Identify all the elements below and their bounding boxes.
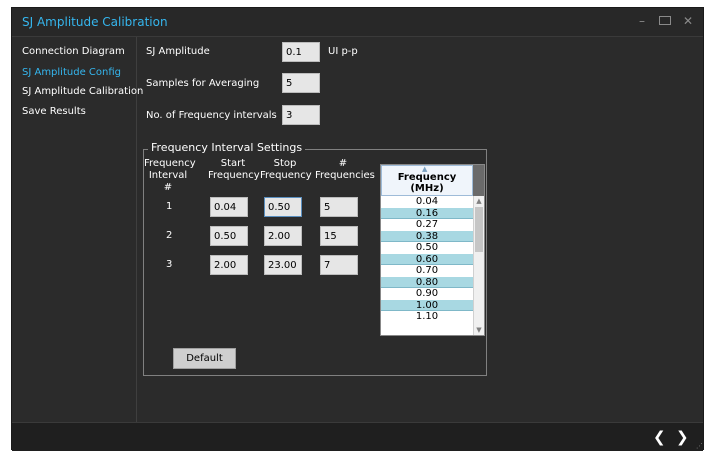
header-scroll-corner bbox=[473, 165, 484, 196]
samples-label: Samples for Averaging bbox=[146, 78, 260, 89]
interval-number: 1 bbox=[166, 201, 173, 212]
frequency-scrollbar[interactable]: ▲ ▼ bbox=[473, 196, 484, 335]
intervals-input[interactable]: 3 bbox=[282, 105, 320, 125]
col-header-stop-line1: Stop bbox=[273, 158, 297, 169]
start-frequency-input[interactable]: 2.00 bbox=[210, 255, 248, 275]
col-header-count: # Frequencies bbox=[315, 158, 375, 182]
frequency-count-input[interactable]: 5 bbox=[320, 197, 358, 217]
sort-ascending-icon: ▲ bbox=[422, 165, 428, 173]
next-icon[interactable]: ❯ bbox=[676, 428, 689, 446]
maximize-button[interactable] bbox=[657, 13, 673, 29]
start-frequency-input[interactable]: 0.04 bbox=[210, 197, 248, 217]
sj-amplitude-input[interactable]: 0.1 bbox=[282, 42, 320, 62]
sidebar: Connection Diagram SJ Amplitude Config S… bbox=[12, 37, 143, 422]
samples-input[interactable]: 5 bbox=[282, 73, 320, 93]
interval-number: 3 bbox=[166, 259, 173, 270]
maximize-icon bbox=[659, 16, 671, 25]
col-header-interval: Frequency Interval # bbox=[144, 158, 196, 194]
frequency-row[interactable]: 0.16 bbox=[381, 207, 473, 219]
scroll-up-icon[interactable]: ▲ bbox=[474, 196, 484, 206]
frequency-row[interactable]: 1.00 bbox=[381, 299, 473, 311]
start-frequency-input[interactable]: 0.50 bbox=[210, 226, 248, 246]
sidebar-item-connection-diagram[interactable]: Connection Diagram bbox=[22, 46, 125, 57]
frequency-row[interactable]: 0.90 bbox=[381, 288, 473, 300]
bottom-bar: ❮ ❯ ⋰ bbox=[12, 422, 703, 451]
window-title: SJ Amplitude Calibration bbox=[22, 15, 168, 29]
sidebar-item-sj-amplitude-config[interactable]: SJ Amplitude Config bbox=[22, 67, 121, 78]
frequency-column-header[interactable]: ▲ Frequency (MHz) bbox=[381, 165, 473, 196]
frequency-header-line2: (MHz) bbox=[410, 183, 444, 194]
sidebar-item-save-results[interactable]: Save Results bbox=[22, 106, 86, 117]
col-header-interval-line1: Frequency bbox=[144, 158, 196, 169]
col-header-count-line1: # bbox=[338, 158, 348, 169]
frequency-row[interactable]: 0.60 bbox=[381, 253, 473, 265]
frequency-row[interactable]: 0.70 bbox=[381, 265, 473, 277]
frequency-rows: 0.04 0.16 0.27 0.38 0.50 0.60 0.70 0.80 … bbox=[381, 196, 473, 335]
col-header-stop: Stop Frequency bbox=[260, 158, 312, 182]
frequency-row[interactable]: 0.27 bbox=[381, 219, 473, 231]
interval-number: 2 bbox=[166, 230, 173, 241]
frequency-row[interactable]: 0.80 bbox=[381, 276, 473, 288]
sidebar-item-sj-amplitude-calibration[interactable]: SJ Amplitude Calibration bbox=[22, 86, 143, 97]
resize-grip-icon[interactable]: ⋰ bbox=[696, 442, 704, 450]
frequency-count-input[interactable]: 15 bbox=[320, 226, 358, 246]
stop-frequency-input[interactable]: 23.00 bbox=[264, 255, 302, 275]
stop-frequency-input[interactable]: 0.50 bbox=[264, 197, 302, 217]
col-header-interval-line2: Interval # bbox=[148, 170, 188, 193]
default-button[interactable]: Default bbox=[173, 348, 236, 369]
col-header-start-line2: Frequency bbox=[208, 170, 260, 181]
frequency-row[interactable]: 0.04 bbox=[381, 196, 473, 208]
app-window: SJ Amplitude Calibration – ✕ Connection … bbox=[11, 7, 704, 451]
minimize-button[interactable]: – bbox=[634, 13, 650, 29]
frequency-row[interactable]: 0.38 bbox=[381, 230, 473, 242]
col-header-count-line2: Frequencies bbox=[315, 170, 375, 181]
sj-amplitude-unit: UI p-p bbox=[328, 46, 358, 57]
intervals-label: No. of Frequency intervals bbox=[146, 110, 277, 121]
close-button[interactable]: ✕ bbox=[680, 13, 696, 29]
sj-amplitude-label: SJ Amplitude bbox=[146, 46, 210, 57]
stop-frequency-input[interactable]: 2.00 bbox=[264, 226, 302, 246]
scroll-down-icon[interactable]: ▼ bbox=[474, 325, 484, 335]
col-header-stop-line2: Frequency bbox=[260, 170, 312, 181]
frequency-count-input[interactable]: 7 bbox=[320, 255, 358, 275]
title-bar: SJ Amplitude Calibration – ✕ bbox=[12, 8, 703, 37]
col-header-start-line1: Start bbox=[220, 158, 246, 169]
col-header-start: Start Frequency bbox=[208, 158, 260, 182]
group-title: Frequency Interval Settings bbox=[148, 141, 306, 154]
frequency-row[interactable]: 0.50 bbox=[381, 242, 473, 254]
frequency-table[interactable]: ▲ Frequency (MHz) 0.04 0.16 0.27 0.38 0.… bbox=[380, 164, 485, 336]
scroll-thumb[interactable] bbox=[475, 207, 483, 252]
frequency-row[interactable]: 1.10 bbox=[381, 311, 473, 323]
previous-icon[interactable]: ❮ bbox=[653, 428, 666, 446]
config-panel: SJ Amplitude 0.1 UI p-p Samples for Aver… bbox=[138, 37, 704, 422]
